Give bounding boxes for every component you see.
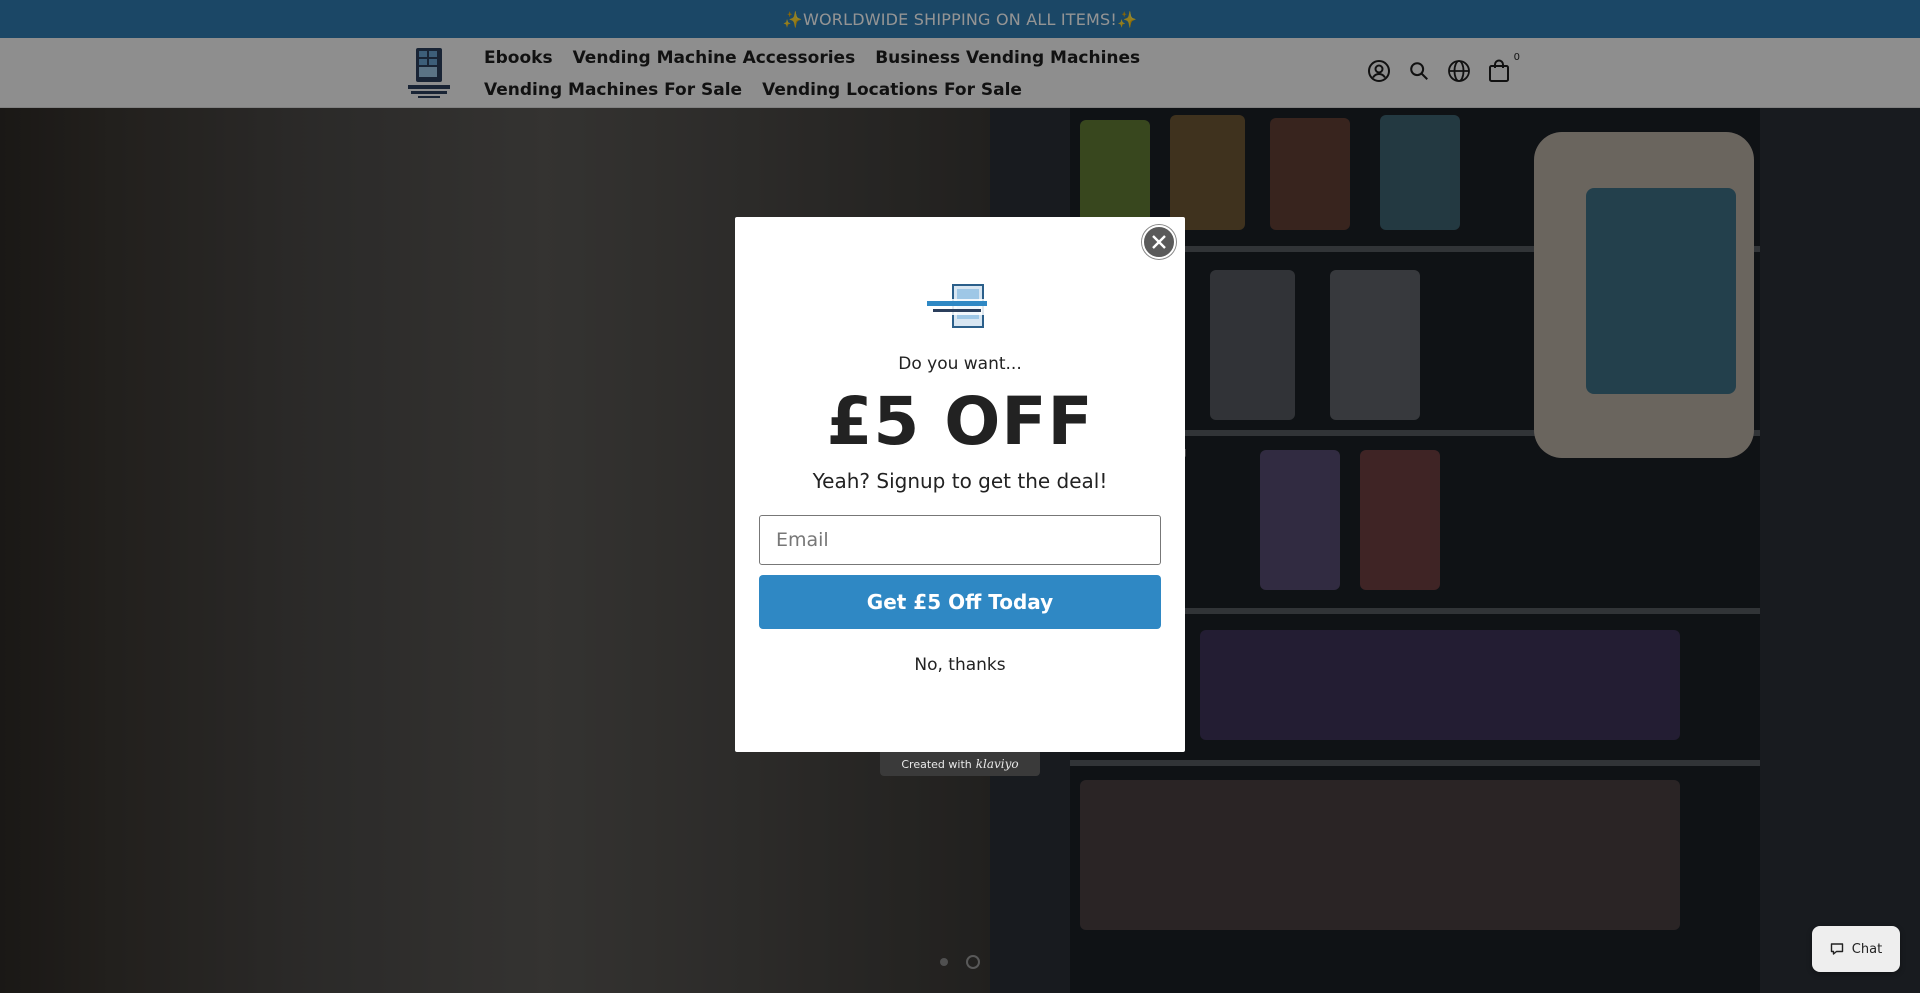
email-field[interactable] bbox=[759, 515, 1161, 565]
popup-headline: £5 OFF bbox=[826, 383, 1094, 460]
klaviyo-badge[interactable]: Created with klaviyo bbox=[880, 752, 1040, 776]
close-icon bbox=[1152, 235, 1166, 249]
chat-button[interactable]: Chat bbox=[1812, 926, 1900, 972]
chat-label: Chat bbox=[1851, 941, 1883, 957]
klaviyo-badge-prefix: Created with bbox=[901, 757, 972, 771]
close-popup-button[interactable] bbox=[1142, 225, 1176, 259]
popup-logo bbox=[925, 283, 997, 331]
get-discount-button[interactable]: Get £5 Off Today bbox=[759, 575, 1161, 629]
popup-pre-text: Do you want... bbox=[898, 354, 1022, 374]
popup-subheadline: Yeah? Signup to get the deal! bbox=[812, 469, 1108, 493]
chat-bubble-icon bbox=[1830, 943, 1843, 955]
klaviyo-logo-text: klaviyo bbox=[975, 757, 1019, 771]
signup-popup: Do you want... £5 OFF Yeah? Signup to ge… bbox=[735, 217, 1185, 752]
no-thanks-link[interactable]: No, thanks bbox=[735, 655, 1185, 675]
